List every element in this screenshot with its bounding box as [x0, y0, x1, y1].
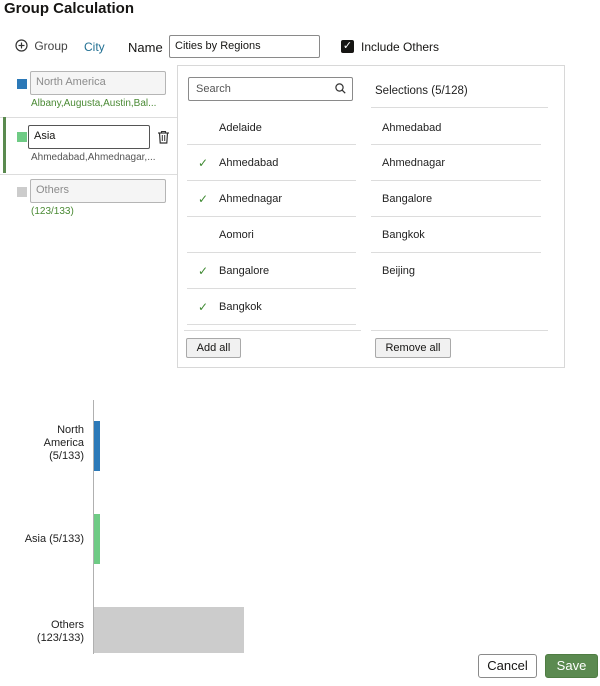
group-name-input-others[interactable]: Others [30, 179, 166, 203]
list-divider [187, 324, 356, 325]
selected-item[interactable]: Ahmednagar [382, 157, 445, 169]
selected-item[interactable]: Bangalore [382, 193, 432, 205]
group-members-north-america: Albany,Augusta,Austin,Bal... [31, 98, 157, 109]
add-circle-icon [15, 39, 28, 52]
others-swatch [17, 187, 27, 197]
check-icon: ✓ [198, 300, 209, 314]
trash-icon [158, 130, 169, 144]
available-item[interactable]: Bangalore [219, 265, 269, 277]
name-label: Name [128, 40, 163, 55]
list-divider [371, 216, 541, 217]
delete-group-button[interactable] [157, 130, 170, 147]
list-divider [187, 252, 356, 253]
city-link[interactable]: City [84, 40, 105, 54]
list-divider [371, 144, 541, 145]
chart-axis [93, 400, 94, 654]
add-group-button[interactable]: Group [15, 39, 68, 53]
add-group-label: Group [34, 39, 68, 53]
selected-item[interactable]: Ahmedabad [382, 122, 441, 134]
list-divider [187, 144, 356, 145]
dialog-title: Group Calculation [4, 0, 135, 17]
list-divider [371, 180, 541, 181]
group-members-asia: Ahmedabad,Ahmednagar,... [31, 152, 156, 163]
cancel-button[interactable]: Cancel [478, 654, 537, 678]
asia-swatch [17, 132, 27, 142]
list-footer-divider [371, 330, 548, 331]
save-button[interactable]: Save [545, 654, 598, 678]
chart-category-label: Others (123/133) [36, 619, 84, 644]
add-all-button[interactable]: Add all [186, 338, 241, 358]
list-divider [187, 180, 356, 181]
search-icon [335, 83, 346, 97]
chart-bar [94, 607, 244, 653]
selections-header: Selections (5/128) [375, 85, 468, 97]
remove-all-button[interactable]: Remove all [375, 338, 451, 358]
group-members-others: (123/133) [31, 206, 74, 217]
group-name-input-north-america[interactable]: North America [30, 71, 166, 95]
chart-bar [94, 421, 100, 471]
search-input[interactable]: Search [188, 77, 353, 101]
available-item[interactable]: Aomori [219, 229, 254, 241]
selected-group-indicator [3, 117, 6, 173]
selected-item[interactable]: Beijing [382, 265, 415, 277]
list-divider [187, 288, 356, 289]
available-item[interactable]: Adelaide [219, 122, 262, 134]
chart-category-label: Asia (5/133) [24, 533, 84, 545]
selected-item[interactable]: Bangkok [382, 229, 425, 241]
chart-bar [94, 514, 100, 564]
list-divider [371, 252, 541, 253]
chart-category-label: North America (5/133) [43, 424, 84, 462]
check-icon: ✓ [198, 156, 209, 170]
check-icon: ✓ [198, 264, 209, 278]
list-divider [371, 107, 548, 108]
name-input[interactable]: Cities by Regions [169, 35, 320, 58]
available-item[interactable]: Bangkok [219, 301, 262, 313]
available-item[interactable]: Ahmedabad [219, 157, 278, 169]
list-divider [187, 216, 356, 217]
check-icon: ✓ [198, 192, 209, 206]
include-others-label: Include Others [361, 40, 440, 54]
include-others-checkbox[interactable]: ✓ [341, 40, 354, 53]
north-america-swatch [17, 79, 27, 89]
group-name-input-asia[interactable]: Asia [28, 125, 150, 149]
available-item[interactable]: Ahmednagar [219, 193, 282, 205]
list-footer-divider [184, 330, 361, 331]
